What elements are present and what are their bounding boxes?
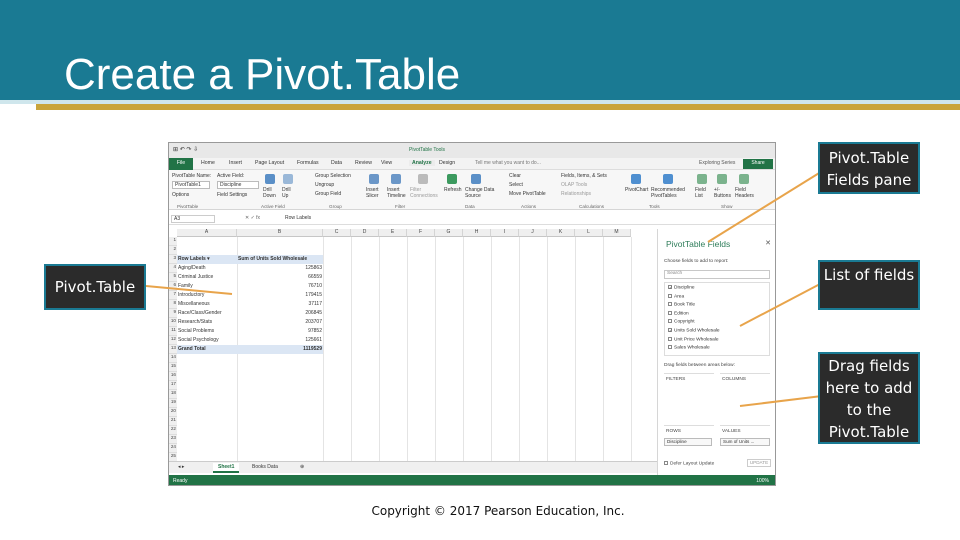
callout-pivot: Pivot.Table	[44, 264, 146, 310]
callout-drag: Drag fields here to add to the Pivot.Tab…	[818, 352, 920, 444]
leader-fields-pane	[707, 169, 825, 243]
copyright-text: Copyright © 2017 Pearson Education, Inc.	[371, 504, 625, 518]
leader-drag	[739, 395, 823, 407]
callout-list: List of fields	[818, 260, 920, 310]
leader-list	[739, 283, 821, 327]
leader-pivot	[145, 285, 233, 295]
callout-fields-pane: Pivot.Table Fields pane	[818, 142, 920, 194]
slide: Create a Pivot.Table ⊞ ↶ ↷ ⇩ PivotTable …	[0, 0, 960, 540]
